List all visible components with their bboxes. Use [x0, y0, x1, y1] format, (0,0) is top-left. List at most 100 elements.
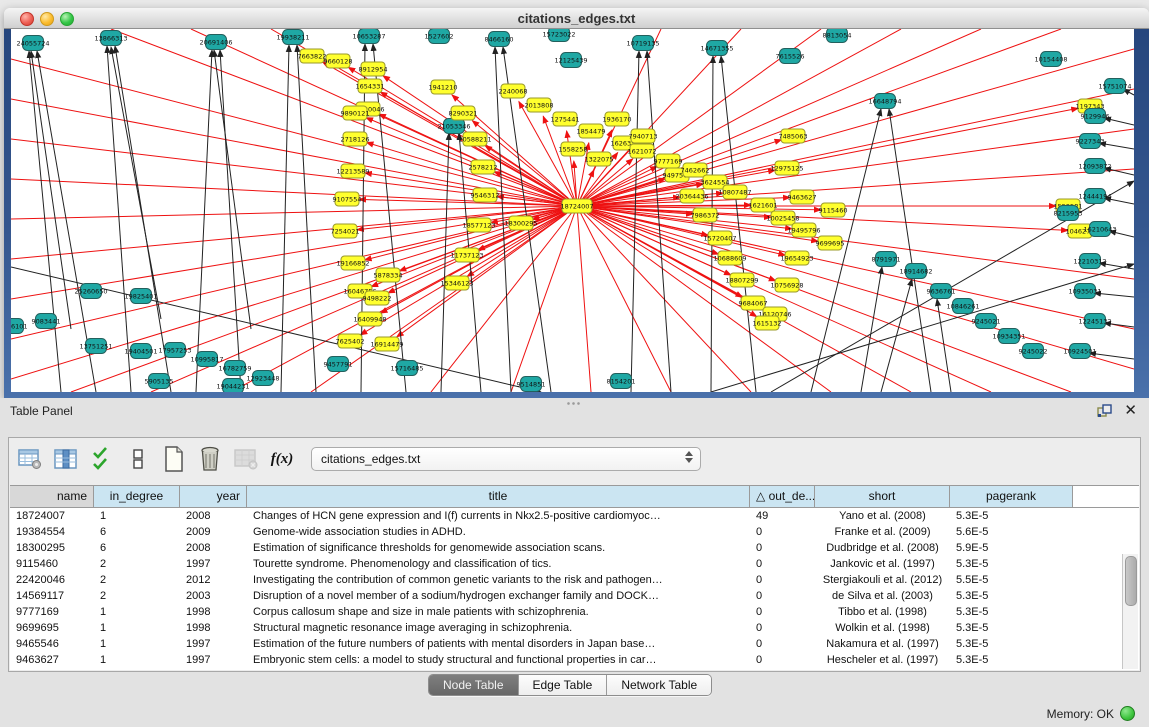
- network-node[interactable]: 1941210: [429, 80, 458, 94]
- network-node[interactable]: 20364436: [675, 189, 708, 203]
- column-header-title[interactable]: title: [247, 486, 750, 507]
- network-hub-node[interactable]: 18724007: [560, 199, 593, 213]
- network-node[interactable]: 9245022: [1019, 344, 1048, 359]
- network-node[interactable]: 10846261: [946, 299, 979, 314]
- delete-table-icon[interactable]: [195, 444, 225, 474]
- network-node[interactable]: 9457791: [324, 357, 353, 372]
- network-node[interactable]: 12444194: [1078, 189, 1111, 204]
- network-node[interactable]: 9890121: [341, 106, 370, 120]
- network-node[interactable]: 12210312: [1073, 254, 1106, 269]
- network-node[interactable]: 1936170: [603, 112, 632, 126]
- network-node[interactable]: 1275441: [551, 112, 580, 126]
- close-panel-icon[interactable]: ✕: [1124, 401, 1137, 419]
- table-row[interactable]: 1872400712008Changes of HCN gene express…: [10, 508, 1139, 524]
- network-node[interactable]: 18577123: [462, 218, 495, 232]
- network-node[interactable]: 10807487: [718, 185, 751, 199]
- network-node[interactable]: 10934351: [992, 329, 1025, 344]
- network-node[interactable]: 8154201: [607, 374, 636, 389]
- network-node[interactable]: 10756928: [770, 278, 803, 292]
- network-node[interactable]: 7986372: [691, 208, 720, 222]
- network-node[interactable]: 9684067: [739, 296, 768, 310]
- network-node[interactable]: 1621072: [628, 144, 657, 158]
- function-builder-icon[interactable]: f(x): [267, 444, 297, 474]
- column-header-in_degree[interactable]: in_degree: [94, 486, 180, 507]
- table-vertical-scrollbar[interactable]: [1122, 554, 1138, 669]
- network-node[interactable]: 10935031: [1068, 284, 1101, 299]
- network-node[interactable]: 1322075: [585, 152, 614, 166]
- network-node[interactable]: 10588211: [458, 132, 491, 146]
- column-header-name[interactable]: name: [10, 486, 94, 507]
- network-node[interactable]: 9107554: [333, 192, 362, 206]
- network-node[interactable]: 18914682: [899, 264, 932, 279]
- network-node[interactable]: 16914479: [370, 337, 403, 351]
- network-node[interactable]: 5878334: [374, 268, 403, 282]
- network-node[interactable]: 8813054: [823, 29, 852, 43]
- network-node[interactable]: 8912954: [359, 62, 388, 76]
- network-node[interactable]: 12245132: [1078, 314, 1111, 329]
- network-window-titlebar[interactable]: citations_edges.txt: [4, 8, 1149, 29]
- network-node[interactable]: 9129946: [1081, 109, 1110, 124]
- network-node[interactable]: 9083441: [32, 314, 61, 329]
- network-node[interactable]: 1527602: [425, 29, 454, 44]
- network-node[interactable]: 9227343: [1076, 134, 1105, 149]
- table-row[interactable]: 977716911998Corpus callosum shape and si…: [10, 604, 1139, 620]
- table-row[interactable]: 911546021997Tourette syndrome. Phenomeno…: [10, 556, 1139, 572]
- network-node[interactable]: 9115460: [819, 203, 848, 217]
- network-node[interactable]: 13751251: [79, 339, 112, 354]
- network-node[interactable]: 18300295: [504, 216, 537, 230]
- table-row[interactable]: 2242004622012Investigating the contribut…: [10, 572, 1139, 588]
- tab-node-table[interactable]: Node Table: [429, 675, 519, 695]
- column-settings-icon[interactable]: [51, 444, 81, 474]
- column-header-year[interactable]: year: [180, 486, 247, 507]
- network-node[interactable]: 7615526: [776, 49, 805, 64]
- new-table-icon[interactable]: [159, 444, 189, 474]
- network-node[interactable]: 19044231: [216, 379, 249, 393]
- table-settings-icon[interactable]: [15, 444, 45, 474]
- network-node[interactable]: 7663822: [298, 49, 327, 63]
- network-node[interactable]: 7485063: [779, 129, 808, 143]
- network-node[interactable]: 24055724: [16, 36, 49, 51]
- table-row[interactable]: 1938455462009Genome-wide association stu…: [10, 524, 1139, 540]
- network-node[interactable]: 16648794: [868, 94, 901, 109]
- clear-selection-icon[interactable]: [123, 444, 153, 474]
- column-header-out_degree[interactable]: △ out_de...: [750, 486, 815, 507]
- network-node[interactable]: 12923448: [246, 371, 279, 386]
- scrollbar-thumb[interactable]: [1125, 556, 1137, 606]
- network-node[interactable]: 8466160: [485, 32, 514, 47]
- network-node[interactable]: 16409948: [353, 312, 386, 326]
- network-node[interactable]: 1615132: [753, 316, 782, 330]
- network-node[interactable]: 7906101: [11, 319, 27, 334]
- network-node[interactable]: 9777169: [654, 154, 683, 168]
- network-node[interactable]: 1558258: [559, 142, 588, 156]
- network-node[interactable]: 7254021: [331, 224, 360, 238]
- network-node[interactable]: 10154408: [1034, 52, 1067, 67]
- network-node[interactable]: 7940713: [629, 129, 658, 143]
- network-node[interactable]: 15346123: [440, 276, 473, 290]
- table-row[interactable]: 1456911722003Disruption of a novel membe…: [10, 588, 1139, 604]
- float-panel-icon[interactable]: [1097, 404, 1113, 418]
- network-node[interactable]: 8215953: [1054, 206, 1083, 221]
- network-node[interactable]: 12213589: [336, 164, 369, 178]
- table-row[interactable]: 946362711997Embryonic stem cells: a mode…: [10, 652, 1139, 668]
- tab-network-table[interactable]: Network Table: [607, 675, 711, 695]
- tab-edge-table[interactable]: Edge Table: [519, 675, 608, 695]
- column-header-short[interactable]: short: [815, 486, 950, 507]
- table-row[interactable]: 1830029562008Estimation of significance …: [10, 540, 1139, 556]
- network-node[interactable]: 20691406: [199, 35, 232, 50]
- network-node[interactable]: 19825401: [124, 289, 157, 304]
- network-node[interactable]: 9546312: [471, 188, 500, 202]
- network-node[interactable]: 10688609: [713, 251, 746, 265]
- network-node[interactable]: 9245021: [972, 314, 1001, 329]
- network-node[interactable]: 18807299: [725, 273, 758, 287]
- network-node[interactable]: 9514851: [517, 377, 546, 392]
- network-node[interactable]: 12125439: [554, 53, 587, 68]
- network-node[interactable]: 7625402: [336, 334, 365, 348]
- table-selector-dropdown[interactable]: citations_edges.txt: [311, 447, 701, 471]
- network-node[interactable]: 2013808: [525, 98, 554, 112]
- network-node[interactable]: 2578212: [469, 160, 498, 174]
- network-node[interactable]: 9699695: [816, 236, 845, 250]
- select-all-icon[interactable]: [87, 444, 117, 474]
- network-node[interactable]: 15723022: [542, 29, 575, 42]
- network-node[interactable]: 11737123: [450, 248, 483, 262]
- table-row[interactable]: 969969511998Structural magnetic resonanc…: [10, 620, 1139, 636]
